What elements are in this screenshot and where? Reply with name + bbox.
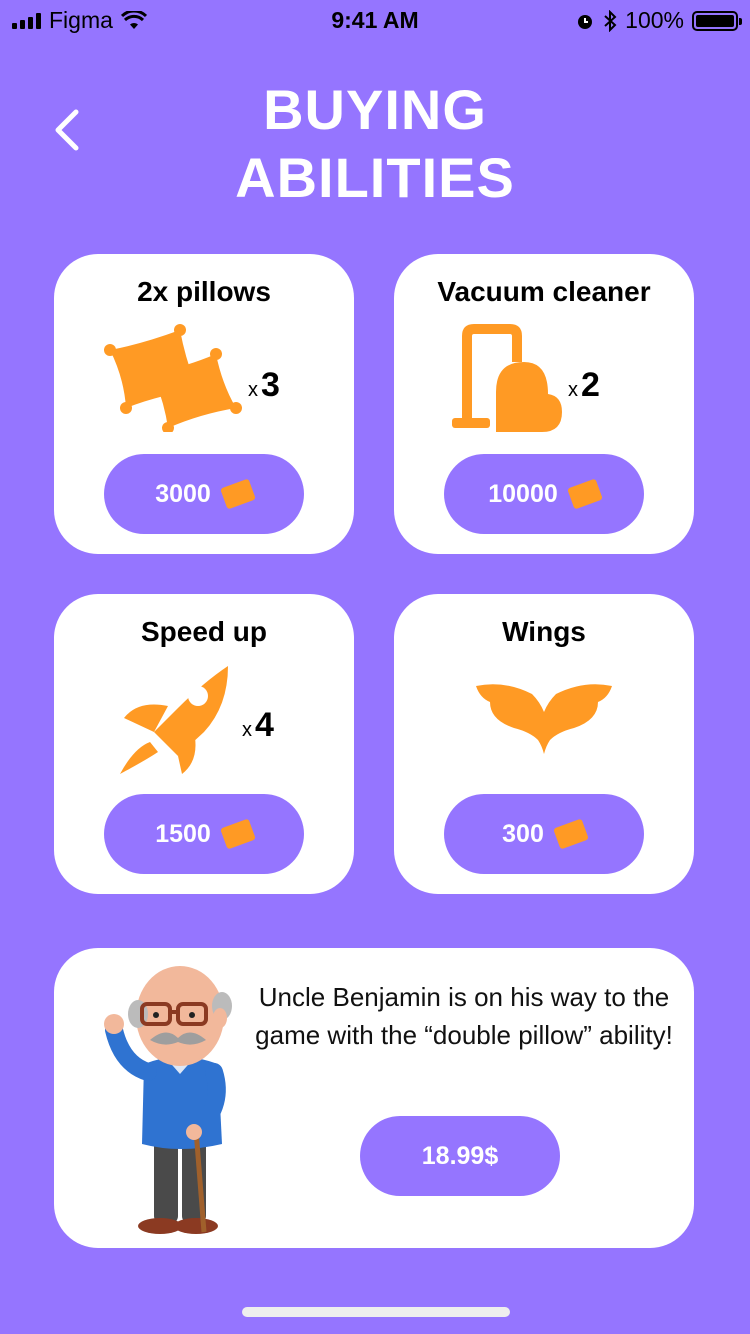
page-title: BUYING ABILITIES (175, 76, 575, 212)
status-bar: Figma 9:41 AM 100% (0, 0, 750, 40)
bluetooth-icon (604, 9, 617, 32)
battery-percent: 100% (625, 7, 684, 33)
quantity-value: 3 (261, 366, 280, 404)
price-label: 10000 (488, 479, 558, 508)
page-title-line1: BUYING (263, 78, 487, 141)
ability-title: Vacuum cleaner (437, 276, 651, 307)
ticket-icon (566, 478, 603, 510)
ticket-icon (219, 478, 256, 510)
wings-icon (476, 684, 612, 754)
alarm-icon (578, 14, 593, 29)
chevron-left-icon (55, 109, 79, 151)
quantity-label: x3 (248, 366, 280, 405)
price-label: 3000 (155, 479, 211, 508)
promo-card: Uncle Benjamin is on his way to the game… (54, 948, 694, 1248)
quantity-label: x4 (242, 706, 274, 745)
promo-price-label: 18.99$ (421, 1141, 499, 1170)
pillows-icon (104, 324, 242, 432)
battery-icon (692, 10, 742, 31)
home-indicator (242, 1307, 510, 1317)
promo-text: Uncle Benjamin is on his way to the game… (255, 982, 673, 1050)
status-right: 100% (575, 7, 742, 34)
quantity-label: x2 (568, 366, 600, 405)
ability-card-pillows: 2x pillows x3 3000 (54, 254, 354, 554)
price-label: 1500 (155, 819, 211, 848)
quantity-label (594, 706, 597, 745)
quantity-prefix: x (248, 379, 258, 401)
page-title-line2: ABILITIES (235, 146, 515, 209)
ability-card-wings: Wings 300 (394, 594, 694, 894)
ticket-icon (219, 818, 256, 850)
buy-button-wings[interactable]: 300 (444, 794, 644, 874)
ticket-icon (553, 818, 589, 850)
quantity-value: 4 (255, 706, 274, 744)
back-button[interactable] (46, 100, 96, 160)
uncle-benjamin-illustration (104, 966, 232, 1234)
buy-button-vacuum[interactable]: 10000 (444, 454, 644, 534)
buy-button-speed[interactable]: 1500 (104, 794, 304, 874)
vacuum-icon (452, 324, 562, 432)
ability-card-vacuum: Vacuum cleaner x2 10000 (394, 254, 694, 554)
ability-title: Wings (502, 616, 586, 647)
rocket-icon (120, 666, 228, 774)
quantity-value: 2 (581, 366, 600, 404)
ability-title: 2x pillows (137, 276, 271, 307)
ability-title: Speed up (140, 616, 267, 647)
buy-button-pillows[interactable]: 3000 (104, 454, 304, 534)
quantity-prefix: x (242, 719, 252, 741)
ability-card-speed: Speed up x4 1500 (54, 594, 354, 894)
promo-buy-button[interactable]: 18.99$ (360, 1116, 560, 1196)
price-label: 300 (502, 819, 544, 848)
quantity-prefix: x (568, 379, 578, 401)
